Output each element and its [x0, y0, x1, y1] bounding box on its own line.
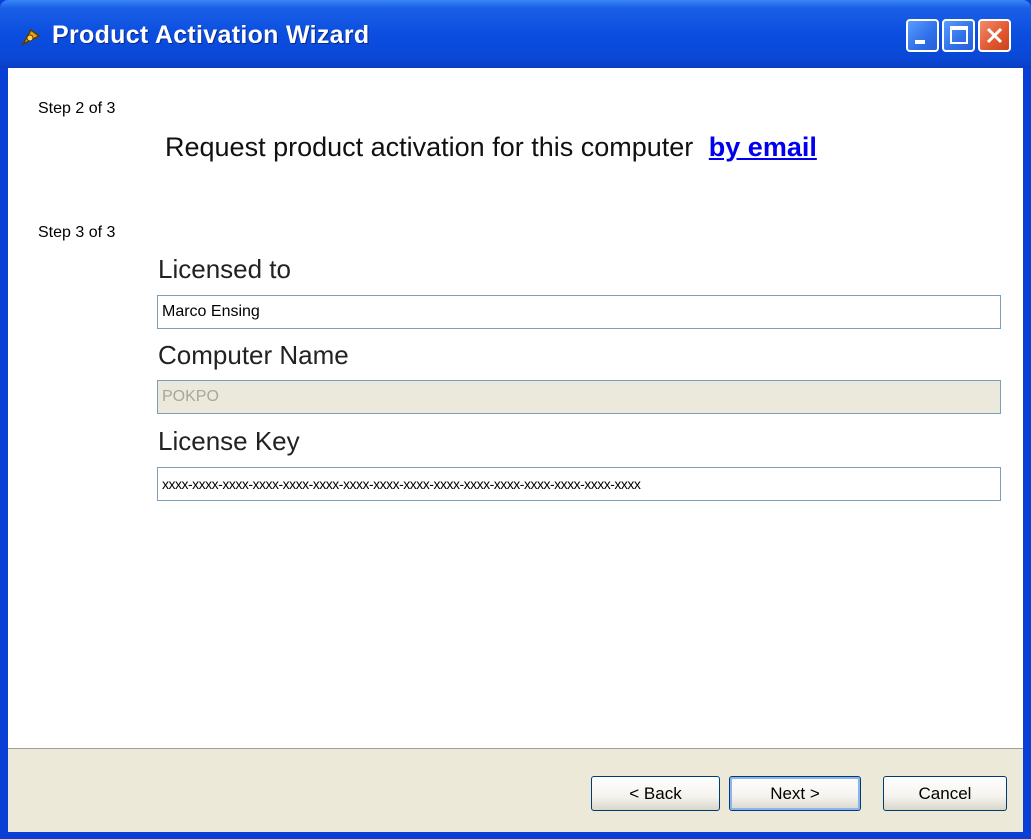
computer-name-label: Computer Name — [158, 340, 349, 370]
next-button[interactable]: Next > — [729, 776, 861, 811]
step-2-label: Step 2 of 3 — [38, 100, 116, 117]
minimize-button[interactable] — [906, 19, 939, 52]
close-icon — [986, 27, 1003, 44]
licensed-to-field[interactable] — [157, 295, 1001, 329]
maximize-icon — [950, 26, 968, 44]
wizard-window: Product Activation Wizard Step 2 of 3 Re… — [0, 0, 1031, 839]
window-title: Product Activation Wizard — [52, 21, 370, 49]
license-key-field[interactable] — [157, 467, 1001, 501]
button-bar: < Back Next > Cancel — [8, 748, 1023, 832]
license-key-label: License Key — [158, 426, 300, 456]
maximize-button[interactable] — [942, 19, 975, 52]
app-icon — [21, 28, 41, 46]
title-bar[interactable]: Product Activation Wizard — [0, 0, 1031, 68]
step-3-label: Step 3 of 3 — [38, 224, 116, 241]
request-activation: Request product activation for this comp… — [165, 132, 817, 163]
computer-name-field — [157, 380, 1001, 414]
request-text: Request product activation for this comp… — [165, 132, 694, 162]
cancel-button[interactable]: Cancel — [883, 776, 1007, 811]
close-button[interactable] — [978, 19, 1011, 52]
minimize-icon — [915, 40, 925, 44]
back-button[interactable]: < Back — [591, 776, 720, 811]
wizard-content: Step 2 of 3 Request product activation f… — [8, 68, 1023, 832]
licensed-to-label: Licensed to — [158, 254, 291, 284]
by-email-link[interactable]: by email — [709, 132, 817, 162]
